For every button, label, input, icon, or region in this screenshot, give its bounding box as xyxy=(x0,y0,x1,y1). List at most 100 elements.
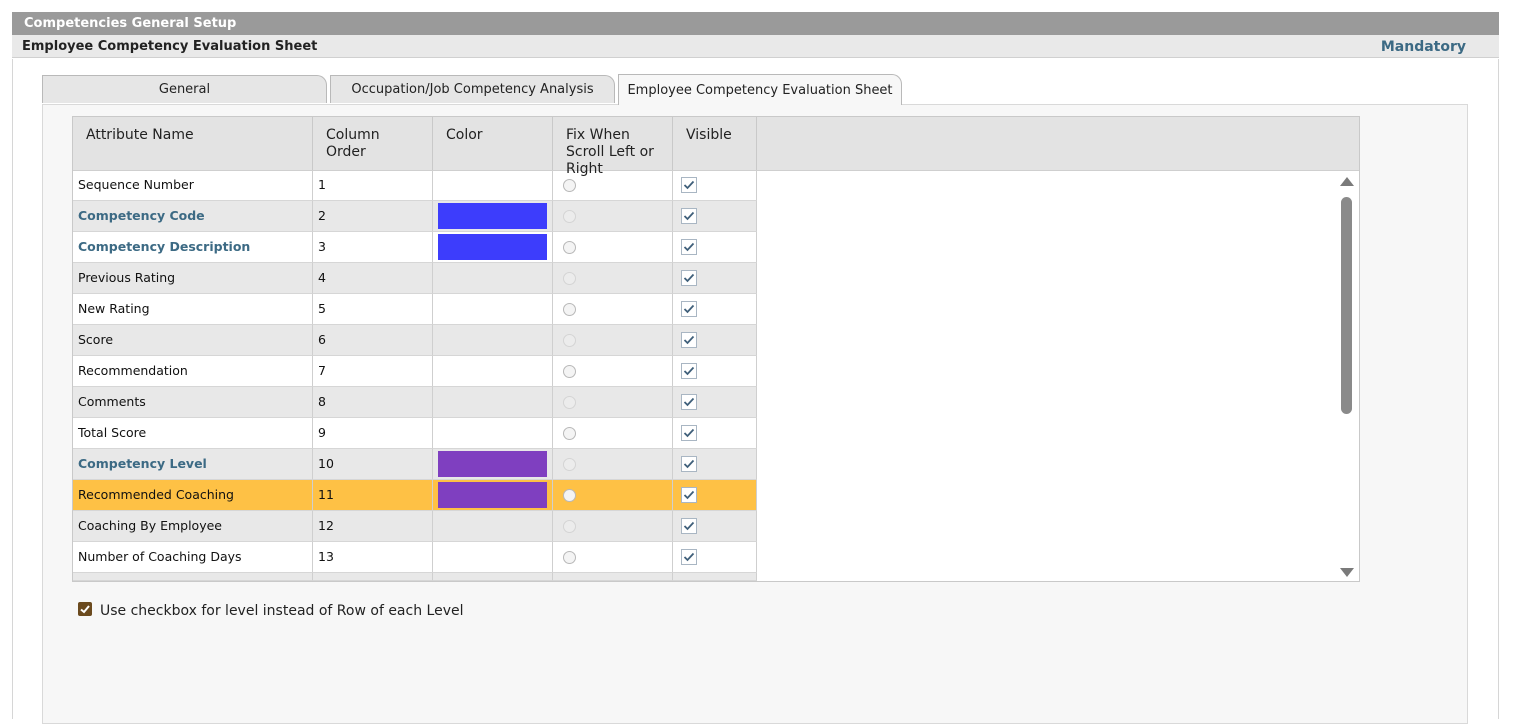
grid-cell[interactable] xyxy=(313,573,433,581)
visible-cell[interactable] xyxy=(673,263,757,294)
tab-occupation-job-competency[interactable]: Occupation/Job Competency Analysis Sheet xyxy=(330,75,615,125)
fix-when-scroll-cell[interactable] xyxy=(553,542,673,573)
color-cell[interactable] xyxy=(433,511,553,542)
table-row[interactable]: Sequence Number 1 xyxy=(73,170,757,201)
visible-cell[interactable] xyxy=(673,511,757,542)
table-row[interactable]: Comments 8 xyxy=(73,387,757,418)
visible-checkbox[interactable] xyxy=(681,363,697,379)
header-attribute-name[interactable]: Attribute Name xyxy=(73,117,313,170)
column-order-cell[interactable]: 6 xyxy=(313,325,433,356)
use-checkbox-checkbox[interactable] xyxy=(78,602,92,616)
visible-cell[interactable] xyxy=(673,449,757,480)
grid-cell[interactable] xyxy=(433,573,553,581)
fix-when-scroll-cell[interactable] xyxy=(553,263,673,294)
mandatory-link[interactable]: Mandatory xyxy=(1381,36,1466,59)
scroll-up-arrow-icon[interactable] xyxy=(1340,177,1354,186)
visible-checkbox[interactable] xyxy=(681,518,697,534)
fix-when-scroll-cell[interactable] xyxy=(553,449,673,480)
color-cell[interactable] xyxy=(433,170,553,201)
grid-cell[interactable] xyxy=(553,573,673,581)
color-cell[interactable] xyxy=(433,294,553,325)
table-row[interactable]: Coaching By Employee 12 xyxy=(73,511,757,542)
color-swatch[interactable] xyxy=(438,234,547,260)
column-order-cell[interactable]: 1 xyxy=(313,170,433,201)
column-order-cell[interactable]: 13 xyxy=(313,542,433,573)
fix-radio[interactable] xyxy=(563,458,576,471)
header-color[interactable]: Color xyxy=(433,117,553,170)
fix-when-scroll-cell[interactable] xyxy=(553,170,673,201)
visible-checkbox[interactable] xyxy=(681,239,697,255)
fix-radio[interactable] xyxy=(563,179,576,192)
color-cell[interactable] xyxy=(433,325,553,356)
fix-radio[interactable] xyxy=(563,334,576,347)
visible-cell[interactable] xyxy=(673,542,757,573)
visible-checkbox[interactable] xyxy=(681,332,697,348)
fix-radio[interactable] xyxy=(563,396,576,409)
visible-cell[interactable] xyxy=(673,418,757,449)
column-order-cell[interactable]: 3 xyxy=(313,232,433,263)
visible-cell[interactable] xyxy=(673,356,757,387)
table-row[interactable]: Total Score 9 xyxy=(73,418,757,449)
color-cell[interactable] xyxy=(433,201,553,232)
color-cell[interactable] xyxy=(433,449,553,480)
attribute-name-cell[interactable]: Sequence Number xyxy=(73,170,313,201)
visible-cell[interactable] xyxy=(673,480,757,511)
attribute-name-cell[interactable]: Comments xyxy=(73,387,313,418)
fix-when-scroll-cell[interactable] xyxy=(553,232,673,263)
header-column-order[interactable]: Column Order xyxy=(313,117,433,170)
column-order-cell[interactable]: 12 xyxy=(313,511,433,542)
header-fix-when-scroll[interactable]: Fix When Scroll Left or Right xyxy=(553,117,673,177)
tab-employee-competency-evaluation[interactable]: Employee Competency Evaluation Sheet xyxy=(618,74,902,105)
table-row[interactable]: Score 6 xyxy=(73,325,757,356)
visible-checkbox[interactable] xyxy=(681,208,697,224)
table-row[interactable]: Competency Level 10 xyxy=(73,449,757,480)
fix-radio[interactable] xyxy=(563,272,576,285)
attribute-name-cell[interactable]: Score xyxy=(73,325,313,356)
fix-when-scroll-cell[interactable] xyxy=(553,480,673,511)
attribute-name-cell[interactable]: Previous Rating xyxy=(73,263,313,294)
attribute-name-cell[interactable]: Competency Code xyxy=(73,201,313,232)
table-row[interactable]: Recommended Coaching 11 xyxy=(73,480,757,511)
tab-general[interactable]: General xyxy=(42,75,327,103)
visible-checkbox[interactable] xyxy=(681,487,697,503)
fix-radio[interactable] xyxy=(563,303,576,316)
fix-radio[interactable] xyxy=(563,427,576,440)
fix-when-scroll-cell[interactable] xyxy=(553,294,673,325)
color-swatch[interactable] xyxy=(438,203,547,229)
column-order-cell[interactable]: 11 xyxy=(313,480,433,511)
attribute-name-cell[interactable]: Competency Description xyxy=(73,232,313,263)
attribute-name-cell[interactable]: Number of Coaching Days xyxy=(73,542,313,573)
attribute-name-cell[interactable]: Recommendation xyxy=(73,356,313,387)
table-row[interactable]: Competency Code 2 xyxy=(73,201,757,232)
fix-radio[interactable] xyxy=(563,210,576,223)
visible-checkbox[interactable] xyxy=(681,301,697,317)
vertical-scrollbar[interactable] xyxy=(1335,173,1359,581)
fix-when-scroll-cell[interactable] xyxy=(553,356,673,387)
visible-checkbox[interactable] xyxy=(681,549,697,565)
table-row[interactable] xyxy=(73,573,757,581)
visible-cell[interactable] xyxy=(673,294,757,325)
color-swatch[interactable] xyxy=(438,451,547,477)
color-cell[interactable] xyxy=(433,356,553,387)
visible-checkbox[interactable] xyxy=(681,177,697,193)
attribute-name-cell[interactable]: Coaching By Employee xyxy=(73,511,313,542)
column-order-cell[interactable]: 7 xyxy=(313,356,433,387)
fix-when-scroll-cell[interactable] xyxy=(553,387,673,418)
table-row[interactable]: New Rating 5 xyxy=(73,294,757,325)
column-order-cell[interactable]: 8 xyxy=(313,387,433,418)
visible-cell[interactable] xyxy=(673,170,757,201)
fix-radio[interactable] xyxy=(563,489,576,502)
scroll-down-arrow-icon[interactable] xyxy=(1340,568,1354,577)
color-cell[interactable] xyxy=(433,232,553,263)
table-row[interactable]: Competency Description 3 xyxy=(73,232,757,263)
visible-checkbox[interactable] xyxy=(681,425,697,441)
visible-cell[interactable] xyxy=(673,232,757,263)
column-order-cell[interactable]: 10 xyxy=(313,449,433,480)
fix-radio[interactable] xyxy=(563,365,576,378)
grid-cell[interactable] xyxy=(673,573,757,581)
column-order-cell[interactable]: 9 xyxy=(313,418,433,449)
grid-cell[interactable] xyxy=(73,573,313,581)
column-order-cell[interactable]: 4 xyxy=(313,263,433,294)
scroll-thumb[interactable] xyxy=(1341,197,1352,414)
table-row[interactable]: Recommendation 7 xyxy=(73,356,757,387)
